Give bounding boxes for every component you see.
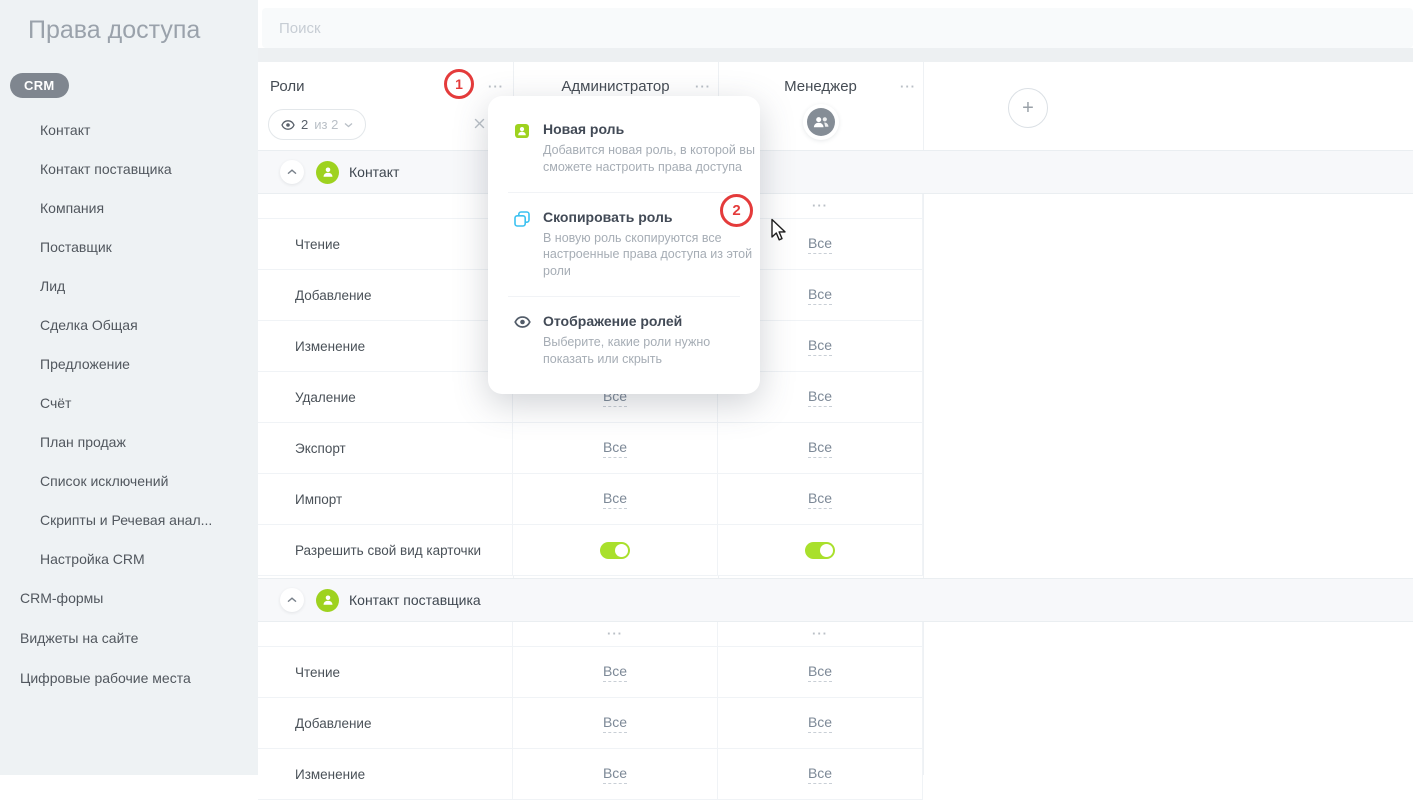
permission-label: Чтение	[258, 647, 513, 697]
table-row: Импорт Все Все	[258, 474, 923, 525]
sidebar-item-site-widgets[interactable]: Виджеты на сайте	[0, 618, 258, 658]
menu-item-title: Отображение ролей	[543, 313, 757, 329]
manager-column-dots[interactable]: ···	[812, 627, 828, 640]
manager-permission-value[interactable]: Все	[808, 388, 832, 407]
manager-menu-button[interactable]: ···	[900, 80, 916, 93]
manager-permission-value[interactable]: Все	[808, 286, 832, 305]
contact-icon	[316, 161, 339, 184]
header-divider	[258, 48, 1413, 62]
manager-permission-value[interactable]: Все	[808, 765, 832, 784]
menu-item-new-role[interactable]: Новая роль Добавится новая роль, в котор…	[488, 112, 760, 185]
contact-icon	[316, 589, 339, 612]
permission-label: Изменение	[258, 749, 513, 799]
tutorial-step-1-badge: 1	[444, 69, 474, 99]
menu-item-description: Выберите, какие роли нужно показать или …	[543, 334, 757, 368]
permission-label: Чтение	[258, 219, 513, 269]
collapse-section-button[interactable]	[280, 588, 304, 612]
admin-permission-value[interactable]: Все	[603, 663, 627, 682]
sidebar-item-quote[interactable]: Предложение	[0, 344, 258, 383]
permission-label: Импорт	[258, 474, 513, 524]
permission-label: Добавление	[258, 698, 513, 748]
table-row: Чтение Все Все	[258, 647, 923, 698]
menu-item-description: Добавится новая роль, в которой вы сможе…	[543, 142, 757, 176]
add-role-button[interactable]: +	[1008, 88, 1048, 128]
new-role-icon	[514, 121, 531, 176]
sidebar-item-crm-forms[interactable]: CRM-формы	[0, 578, 258, 618]
admin-permission-value[interactable]: Все	[603, 439, 627, 458]
permission-label: Разрешить свой вид карточки	[258, 525, 513, 575]
supplier-contact-permission-rows: ··· ··· Чтение Все Все Добавление Все Вс…	[258, 621, 923, 800]
copy-role-icon	[514, 209, 531, 280]
roles-column-header: Роли	[270, 78, 305, 95]
sidebar-item-sales-plan[interactable]: План продаж	[0, 422, 258, 461]
manager-permission-value[interactable]: Все	[808, 663, 832, 682]
menu-item-description: В новую роль скопируются все настроенные…	[543, 230, 757, 280]
table-row: Разрешить свой вид карточки	[258, 525, 923, 576]
admin-card-view-toggle[interactable]	[600, 542, 630, 559]
plus-icon: +	[1022, 98, 1034, 118]
sidebar-item-lead[interactable]: Лид	[0, 266, 258, 305]
role-column-manager: Менеджер	[718, 78, 923, 95]
admin-permission-value[interactable]: Все	[603, 765, 627, 784]
filter-of-total: из 2	[314, 117, 338, 132]
administrator-menu-button[interactable]: ···	[695, 80, 711, 93]
permission-label: Изменение	[258, 321, 513, 371]
clear-filter-icon[interactable]	[473, 117, 486, 135]
menu-item-title: Новая роль	[543, 121, 757, 137]
manager-permission-value[interactable]: Все	[808, 714, 832, 733]
roles-filter-chip[interactable]: 2 из 2	[268, 109, 366, 140]
users-icon	[807, 108, 835, 136]
sidebar-item-scripts[interactable]: Скрипты и Речевая анал...	[0, 500, 258, 539]
sidebar-item-crm-settings[interactable]: Настройка CRM	[0, 539, 258, 578]
column-actions-row: ··· ···	[258, 621, 923, 647]
menu-divider	[508, 296, 740, 297]
admin-permission-value[interactable]: Все	[603, 714, 627, 733]
collapse-section-button[interactable]	[280, 160, 304, 184]
filter-count: 2	[301, 117, 308, 132]
roles-dropdown-menu: Новая роль Добавится новая роль, в котор…	[488, 96, 760, 394]
sidebar-item-exceptions[interactable]: Список исключений	[0, 461, 258, 500]
table-row: Добавление Все Все	[258, 698, 923, 749]
main-content: Роли ··· 2 из 2 Администратор ··· Менедж…	[258, 0, 1413, 775]
sidebar: Права доступа CRM Контакт Контакт постав…	[0, 0, 258, 775]
search-bar	[262, 8, 1413, 48]
sidebar-item-contact[interactable]: Контакт	[0, 110, 258, 149]
sidebar-section-crm[interactable]: CRM	[10, 73, 69, 98]
permission-label: Добавление	[258, 270, 513, 320]
section-title: Контакт поставщика	[349, 592, 481, 608]
chevron-down-icon	[344, 122, 353, 128]
show-roles-eye-icon	[514, 313, 531, 368]
sidebar-item-deal[interactable]: Сделка Общая	[0, 305, 258, 344]
sidebar-item-invoice[interactable]: Счёт	[0, 383, 258, 422]
section-header-supplier-contact: Контакт поставщика	[258, 578, 1413, 622]
page-title: Права доступа	[28, 16, 200, 45]
manager-permission-value[interactable]: Все	[808, 490, 832, 509]
sidebar-item-digital-workplaces[interactable]: Цифровые рабочие места	[0, 658, 258, 698]
menu-divider	[508, 192, 740, 193]
manager-permission-value[interactable]: Все	[808, 235, 832, 254]
sidebar-item-supplier-contact[interactable]: Контакт поставщика	[0, 149, 258, 188]
sidebar-item-supplier[interactable]: Поставщик	[0, 227, 258, 266]
table-row: Экспорт Все Все	[258, 423, 923, 474]
roles-menu-button[interactable]: ···	[488, 80, 504, 93]
section-header-contact: Контакт	[258, 150, 1413, 194]
search-input[interactable]	[262, 8, 1413, 48]
menu-item-show-roles[interactable]: Отображение ролей Выберите, какие роли н…	[488, 304, 760, 377]
permission-label: Экспорт	[258, 423, 513, 473]
tutorial-step-2-badge: 2	[720, 194, 753, 227]
manager-permission-value[interactable]: Все	[808, 439, 832, 458]
manager-permission-value[interactable]: Все	[808, 337, 832, 356]
eye-icon	[281, 120, 295, 130]
sidebar-item-company[interactable]: Компания	[0, 188, 258, 227]
admin-column-dots[interactable]: ···	[607, 627, 623, 640]
manager-column-dots[interactable]: ···	[812, 199, 828, 212]
role-column-administrator: Администратор	[513, 78, 718, 95]
section-title: Контакт	[349, 164, 399, 180]
permission-label: Удаление	[258, 372, 513, 422]
sidebar-menu: Контакт Контакт поставщика Компания Пост…	[0, 110, 258, 698]
manager-users-avatar[interactable]	[803, 104, 839, 140]
manager-card-view-toggle[interactable]	[805, 542, 835, 559]
admin-permission-value[interactable]: Все	[603, 490, 627, 509]
